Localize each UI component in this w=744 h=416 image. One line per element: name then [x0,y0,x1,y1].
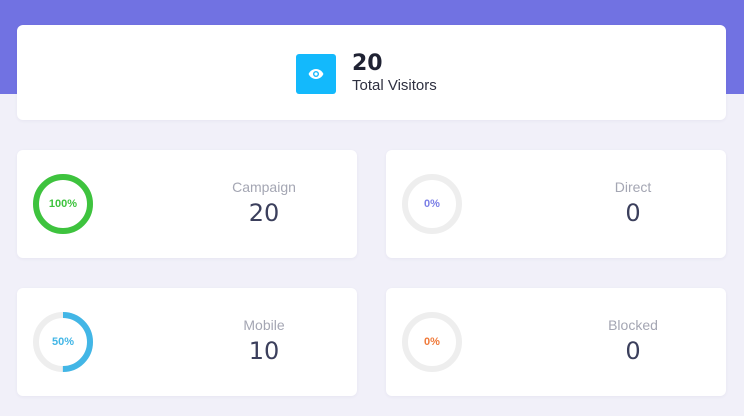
mobile-label: Mobile [243,317,285,333]
eye-icon [308,69,324,79]
total-visitors-label: Total Visitors [352,77,437,94]
mobile-progress-ring: 50% [33,312,93,372]
direct-percent: 0% [424,198,440,210]
total-visitors-card: 20 Total Visitors [17,25,726,120]
direct-label: Direct [614,179,652,195]
blocked-label: Blocked [608,317,658,333]
campaign-progress-ring: 100% [33,174,93,234]
direct-card: 0% Direct 0 [386,150,726,258]
blocked-value: 0 [625,337,641,365]
blocked-card: 0% Blocked 0 [386,288,726,396]
total-visitors-summary: 20 Total Visitors [296,52,437,96]
campaign-value: 20 [248,199,280,227]
campaign-label: Campaign [232,179,296,195]
campaign-card: 100% Campaign 20 [17,150,357,258]
blocked-percent: 0% [424,336,440,348]
total-visitors-value: 20 [352,51,383,76]
direct-progress-ring: 0% [402,174,462,234]
direct-value: 0 [625,199,641,227]
campaign-percent: 100% [48,198,78,210]
mobile-card: 50% Mobile 10 [17,288,357,396]
eye-icon-tile [296,54,336,94]
mobile-percent: 50% [51,336,75,348]
mobile-value: 10 [248,337,280,365]
blocked-progress-ring: 0% [402,312,462,372]
